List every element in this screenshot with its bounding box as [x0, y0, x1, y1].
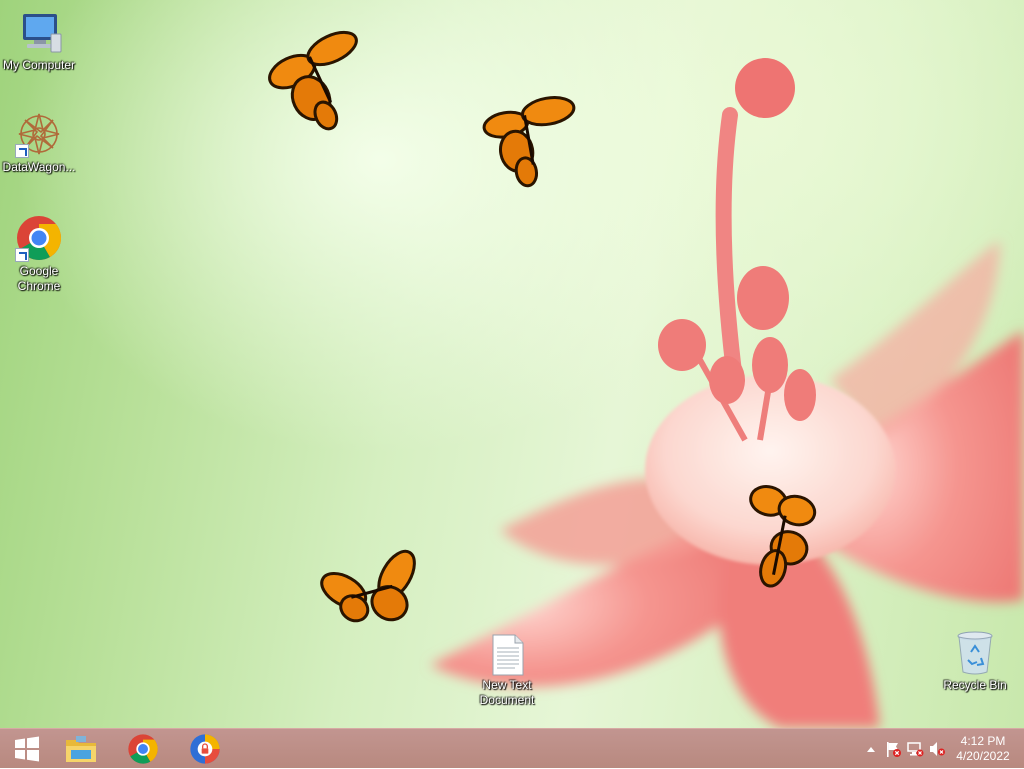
- butterfly-2: [482, 96, 576, 188]
- desktop-icon-label: My Computer: [2, 58, 76, 72]
- computer-icon: [15, 8, 63, 56]
- desktop-icon-recycle-bin[interactable]: Recycle Bin: [936, 630, 1014, 693]
- taskbar: 4:12 PM 4/20/2022: [0, 728, 1024, 768]
- desktop-icon-label: Google Chrome: [17, 264, 61, 293]
- desktop-icon-datawagon[interactable]: DataWagon...: [0, 110, 78, 175]
- show-hidden-icons-chevron[interactable]: [860, 738, 882, 760]
- butterfly-3: [320, 549, 416, 623]
- taskbar-secure-browser[interactable]: [178, 729, 232, 769]
- system-tray: 4:12 PM 4/20/2022: [860, 729, 1024, 769]
- shortcut-arrow-icon: [15, 144, 29, 158]
- network-icon[interactable]: [904, 738, 926, 760]
- taskbar-chrome[interactable]: [116, 729, 170, 769]
- action-center-flag-icon[interactable]: [882, 738, 904, 760]
- shortcut-arrow-icon: [15, 248, 29, 262]
- clock-time: 4:12 PM: [960, 734, 1006, 748]
- datawagon-icon: [15, 110, 63, 158]
- taskbar-file-explorer[interactable]: [54, 729, 108, 769]
- taskbar-clock[interactable]: 4:12 PM 4/20/2022: [948, 734, 1018, 764]
- secure-browser-icon: [190, 734, 220, 764]
- desktop-icon-label: DataWagon...: [2, 160, 76, 174]
- pistil-tip: [735, 58, 795, 118]
- chrome-icon: [128, 734, 158, 764]
- desktop-icon-label: Recycle Bin: [943, 678, 1007, 692]
- recycle-bin-icon: [955, 630, 995, 676]
- windows-start-icon: [15, 736, 39, 762]
- flower-center: [645, 375, 895, 565]
- butterfly-1: [268, 30, 358, 131]
- file-explorer-icon: [66, 736, 96, 762]
- desktop-icon-my-computer[interactable]: My Computer: [0, 8, 78, 73]
- desktop-icon-google-chrome[interactable]: Google Chrome: [0, 214, 78, 294]
- clock-date: 4/20/2022: [956, 749, 1010, 763]
- start-button[interactable]: [0, 729, 54, 769]
- flower-pistil: [715, 107, 743, 388]
- desktop-wallpaper: [0, 0, 1024, 728]
- desktop-icon-new-text-document[interactable]: New Text Document: [468, 634, 546, 708]
- desktop-icon-label: New Text Document: [479, 678, 535, 707]
- volume-muted-icon[interactable]: [926, 738, 948, 760]
- text-document-icon: [487, 634, 527, 676]
- chrome-icon: [15, 214, 63, 262]
- wallpaper-art: [268, 30, 1024, 728]
